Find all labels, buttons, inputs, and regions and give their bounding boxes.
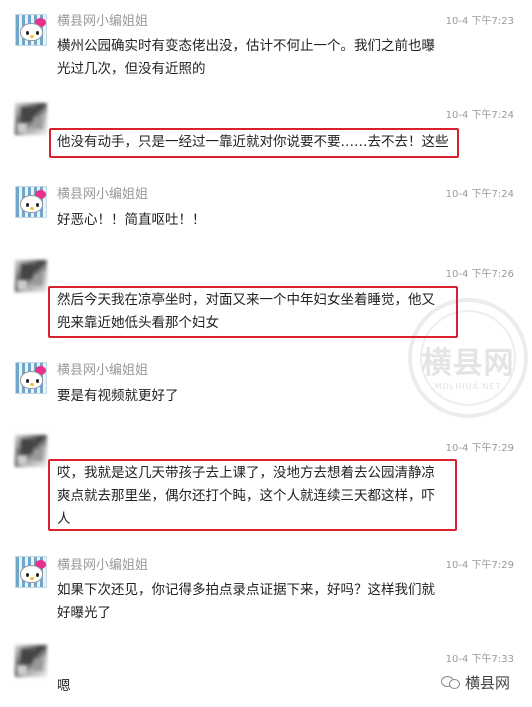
message-text: 要是有视频就更好了 bbox=[57, 385, 457, 408]
message-line: 他没有动手，只是一经过一靠近就对你说要不要……去不去！这些 bbox=[57, 134, 449, 150]
message-time: 10-4 下午7:29 bbox=[445, 443, 514, 454]
message-line: 然后今天我在凉亭坐时，对面又来一个中年妇女坐着睡觉，他又 bbox=[57, 292, 435, 308]
blurred-avatar[interactable] bbox=[15, 260, 47, 292]
message-text: 如果下次还见，你记得多拍点录点证据下来，好吗？这样我们就 好曝光了 bbox=[57, 579, 457, 625]
account-logo: 横县网 bbox=[441, 670, 510, 694]
sender-name: 横县网小编姐姐 bbox=[57, 187, 149, 202]
message-line: 要是有视频就更好了 bbox=[57, 388, 179, 404]
face-shape bbox=[20, 23, 43, 41]
message-line: 嗯 bbox=[57, 678, 71, 694]
message-line: 横州公园确实时有变态佬出没，估计不何止一个。我们之前也曝 bbox=[57, 38, 435, 54]
message-time: 10-4 下午7:24 bbox=[445, 110, 514, 121]
blurred-avatar[interactable] bbox=[15, 645, 47, 677]
hello-kitty-avatar[interactable] bbox=[15, 556, 47, 588]
eye-shape bbox=[36, 31, 39, 35]
message-line: 好恶心！！简直呕吐！！ bbox=[57, 212, 206, 228]
message-text: 哎，我就是这几天带孩子去上课了，没地方去想着去公园清静凉 爽点就去那里坐，偶尔还… bbox=[57, 462, 457, 531]
blurred-avatar[interactable] bbox=[15, 103, 47, 135]
message-text: 他没有动手，只是一经过一靠近就对你说要不要……去不去！这些 bbox=[57, 131, 457, 154]
eye-shape bbox=[26, 31, 29, 35]
message-time: 10-4 下午7:23 bbox=[445, 16, 514, 27]
message-text: 然后今天我在凉亭坐时，对面又来一个中年妇女坐着睡觉，他又 兜来靠近她低头看那个妇… bbox=[57, 289, 457, 335]
message-time: 10-4 下午7:24 bbox=[445, 189, 514, 200]
logo-text: 横县网 bbox=[465, 673, 511, 692]
message-time: 10-4 下午7:29 bbox=[445, 560, 514, 571]
hello-kitty-avatar[interactable] bbox=[15, 186, 47, 218]
message-line: 好曝光了 bbox=[57, 605, 111, 621]
message-line: 兜来靠近她低头看那个妇女 bbox=[57, 315, 219, 331]
message-line: 如果下次还见，你记得多拍点录点证据下来，好吗？这样我们就 bbox=[57, 582, 435, 598]
blurred-avatar[interactable] bbox=[15, 435, 47, 467]
message-text: 横州公园确实时有变态佬出没，估计不何止一个。我们之前也曝 光过几次，但没有近照的 bbox=[57, 35, 457, 81]
message-line: 哎，我就是这几天带孩子去上课了，没地方去想着去公园清静凉 bbox=[57, 465, 435, 481]
sender-name: 横县网小编姐姐 bbox=[57, 363, 149, 378]
message-text: 好恶心！！简直呕吐！！ bbox=[57, 209, 457, 232]
nose-shape bbox=[30, 35, 34, 38]
sender-name: 横县网小编姐姐 bbox=[57, 558, 149, 573]
message-text: 嗯 bbox=[57, 675, 457, 698]
wechat-icon bbox=[441, 673, 461, 691]
message-line: 爽点就去那里坐，偶尔还打个盹，这个人就连续三天都这样，吓 bbox=[57, 488, 435, 504]
message-time: 10-4 下午7:33 bbox=[445, 654, 514, 665]
message-line: 光过几次，但没有近照的 bbox=[57, 61, 206, 77]
hello-kitty-avatar[interactable] bbox=[15, 14, 47, 46]
sender-name: 横县网小编姐姐 bbox=[57, 14, 149, 29]
message-line: 人 bbox=[57, 511, 71, 527]
watermark-text: 横县网 bbox=[421, 346, 515, 381]
message-time: 10-4 下午7:26 bbox=[445, 269, 514, 280]
hello-kitty-avatar[interactable] bbox=[15, 362, 47, 394]
